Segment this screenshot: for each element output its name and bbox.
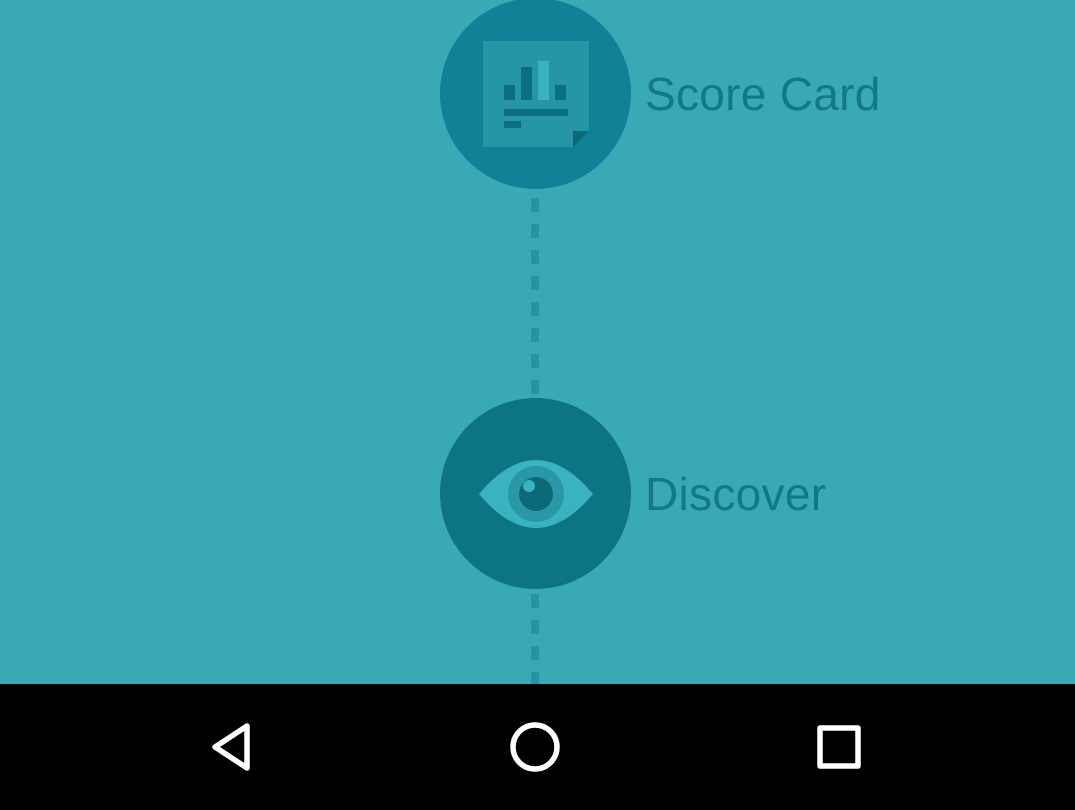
recents-button[interactable] <box>794 702 884 792</box>
timeline-step-score-card[interactable]: Score Card <box>440 0 881 189</box>
back-triangle-icon <box>212 723 250 771</box>
feature-timeline: Score Card Discover <box>0 0 1075 684</box>
app-screen: Score Card Discover <box>0 0 1075 810</box>
step-label: Discover <box>645 467 827 520</box>
step-label: Score Card <box>645 67 881 120</box>
home-button[interactable] <box>490 702 580 792</box>
discover-circle[interactable] <box>440 398 631 589</box>
home-circle-icon <box>510 722 560 772</box>
recents-square-icon <box>817 725 861 769</box>
dotted-connector <box>531 594 539 684</box>
back-button[interactable] <box>188 702 278 792</box>
dotted-connector <box>531 198 539 398</box>
eye-icon <box>478 459 593 528</box>
scorecard-icon <box>482 40 589 147</box>
system-navigation-bar <box>0 684 1075 810</box>
scorecard-circle[interactable] <box>440 0 631 189</box>
timeline-step-discover[interactable]: Discover <box>440 398 826 589</box>
